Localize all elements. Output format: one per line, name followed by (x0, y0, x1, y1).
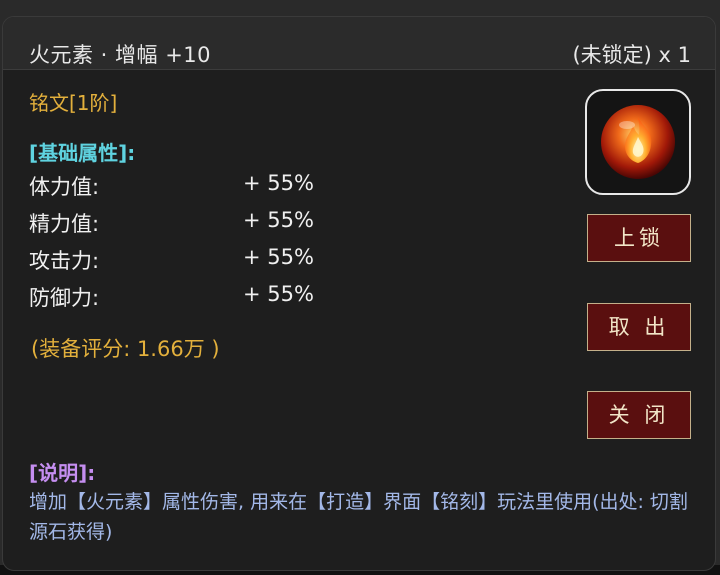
item-title: 火元素 · 增幅 +10 (29, 43, 212, 67)
tooltip-header: 火元素 · 增幅 +10 (未锁定) x 1 (3, 17, 715, 70)
fire-orb-icon (601, 105, 675, 179)
description-heading: [说明]: (29, 461, 96, 485)
attribute-row-attack: 攻击力: + 55% (29, 245, 329, 275)
attribute-name: 防御力: (29, 286, 100, 310)
attribute-name: 体力值: (29, 175, 100, 199)
attributes-heading: [基础属性]: (29, 141, 136, 165)
item-type-label: 铭文[1阶] (29, 91, 118, 115)
item-icon-slot (585, 89, 691, 195)
attribute-value: + 55% (243, 171, 314, 195)
take-out-button[interactable]: 取 出 (587, 303, 691, 351)
lock-button[interactable]: 上锁 (587, 214, 691, 262)
attribute-name: 攻击力: (29, 249, 100, 273)
item-lock-count: (未锁定) x 1 (572, 43, 691, 67)
description-text: 增加【火元素】属性伤害, 用来在【打造】界面【铭刻】玩法里使用(出处: 切割源石… (29, 491, 688, 543)
attribute-value: + 55% (243, 282, 314, 306)
item-tooltip-panel: 火元素 · 增幅 +10 (未锁定) x 1 铭文[1阶] [基础属性]: 体力… (2, 16, 716, 571)
attribute-row-defense: 防御力: + 55% (29, 282, 329, 312)
close-button[interactable]: 关 闭 (587, 391, 691, 439)
attribute-value: + 55% (243, 245, 314, 269)
attribute-name: 精力值: (29, 212, 100, 236)
attribute-row-stamina: 体力值: + 55% (29, 171, 329, 201)
attribute-row-energy: 精力值: + 55% (29, 208, 329, 238)
equipment-score: (装备评分: 1.66万 ) (31, 337, 220, 361)
attribute-value: + 55% (243, 208, 314, 232)
